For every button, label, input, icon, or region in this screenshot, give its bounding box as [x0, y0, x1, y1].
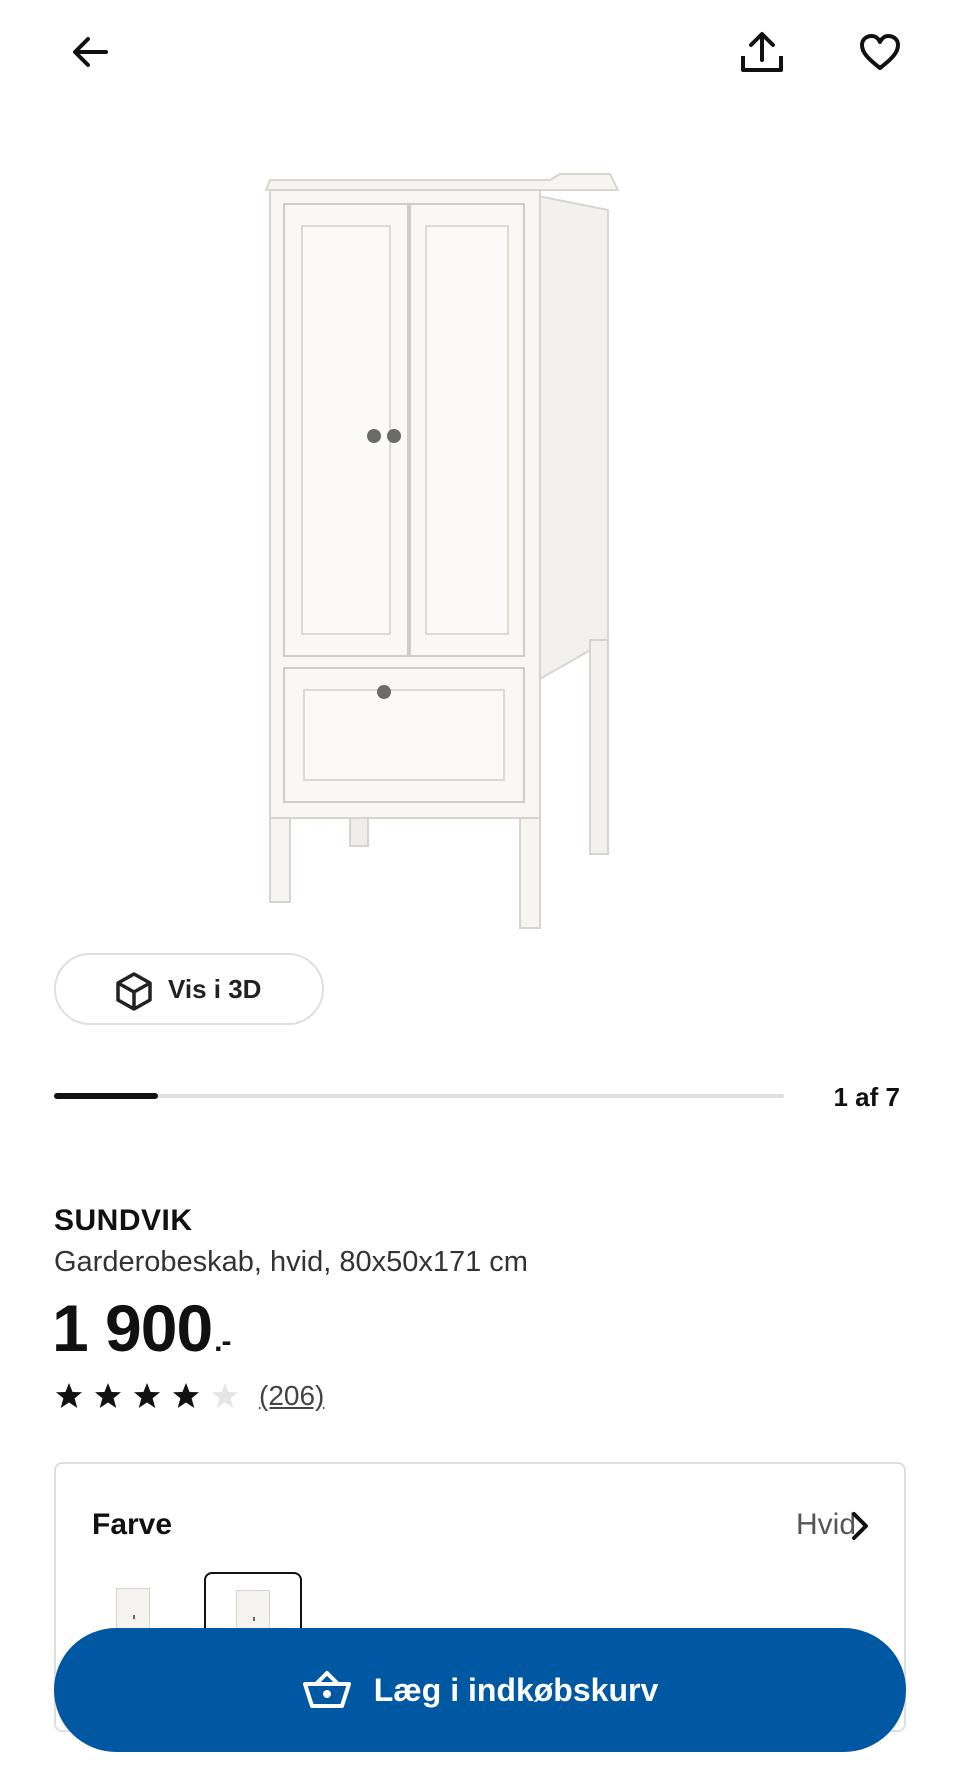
view-3d-button[interactable]: Vis i 3D — [54, 953, 324, 1025]
favorite-button[interactable] — [848, 20, 912, 84]
back-button[interactable] — [58, 20, 122, 84]
star-filled-icon — [173, 1383, 199, 1408]
review-count-link[interactable]: (206) — [259, 1380, 324, 1412]
product-price: 1 900 .- — [52, 1290, 232, 1366]
star-filled-icon — [56, 1383, 82, 1408]
share-button[interactable] — [730, 20, 794, 84]
color-selected-value: Hvid — [795, 1508, 856, 1541]
star-filled-icon — [134, 1383, 160, 1408]
gallery-progress-fill — [54, 1093, 159, 1099]
top-bar — [0, 0, 960, 110]
star-empty-icon — [212, 1383, 238, 1408]
cube-icon — [116, 972, 152, 1011]
price-amount: 1 900 — [52, 1291, 213, 1365]
price-suffix: .- — [214, 1325, 231, 1358]
product-name: SUNDVIK — [54, 1204, 193, 1237]
gallery-page-counter: 1 af 7 — [833, 1082, 901, 1112]
share-icon — [741, 32, 783, 72]
star-filled-icon — [95, 1383, 121, 1408]
basket-icon — [302, 1671, 351, 1708]
color-title: Farve — [92, 1508, 173, 1541]
arrow-left-icon — [73, 37, 108, 67]
rating[interactable]: (206) — [54, 1380, 324, 1412]
add-to-cart-label: Læg i indkøbskurv — [373, 1671, 659, 1708]
heart-icon — [860, 34, 900, 70]
add-to-cart-button[interactable]: Læg i indkøbskurv — [54, 1628, 906, 1752]
gallery-progress-bar — [54, 1093, 784, 1099]
chevron-right-icon[interactable] — [846, 1508, 874, 1544]
view-3d-label: Vis i 3D — [168, 973, 262, 1004]
product-image[interactable] — [230, 160, 710, 1030]
rating-stars — [54, 1381, 249, 1411]
product-description: Garderobeskab, hvid, 80x50x171 cm — [54, 1246, 528, 1278]
